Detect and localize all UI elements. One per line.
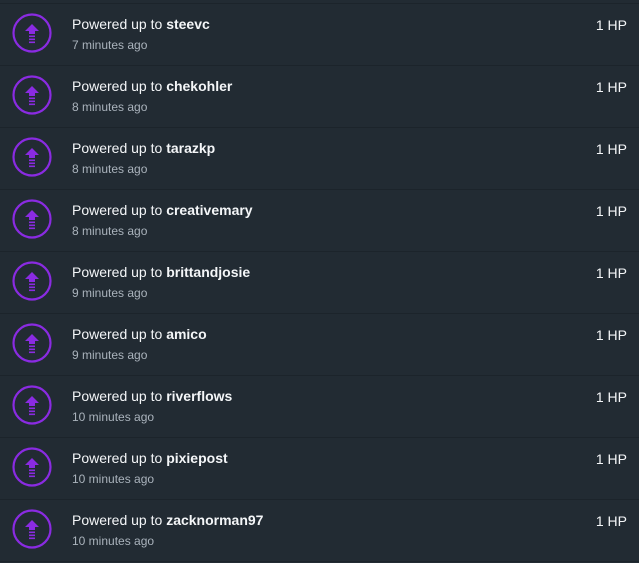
activity-amount: 1 HP <box>595 265 627 281</box>
activity-row[interactable]: Powered up to steevc 7 minutes ago 1 HP <box>0 3 639 66</box>
power-up-arrow-icon <box>12 509 52 549</box>
activity-amount: 1 HP <box>595 17 627 33</box>
activity-timestamp: 9 minutes ago <box>72 348 148 362</box>
activity-prefix: Powered up to <box>72 202 163 218</box>
activity-prefix: Powered up to <box>72 512 163 528</box>
power-up-arrow-icon <box>12 261 52 301</box>
recipient-username[interactable]: tarazkp <box>166 140 215 156</box>
activity-amount: 1 HP <box>595 327 627 343</box>
recipient-username[interactable]: pixiepost <box>166 450 227 466</box>
recipient-username[interactable]: steevc <box>166 16 210 32</box>
activity-title: Powered up to pixiepost <box>72 450 228 466</box>
activity-timestamp: 10 minutes ago <box>72 410 155 424</box>
activity-title: Powered up to riverflows <box>72 388 232 404</box>
activity-title: Powered up to zacknorman97 <box>72 512 263 528</box>
recipient-username[interactable]: riverflows <box>166 388 232 404</box>
activity-title: Powered up to steevc <box>72 16 210 32</box>
activity-row[interactable]: Powered up to tarazkp 8 minutes ago 1 HP <box>0 128 639 190</box>
activity-amount: 1 HP <box>595 141 627 157</box>
activity-prefix: Powered up to <box>72 78 163 94</box>
activity-amount: 1 HP <box>595 513 627 529</box>
power-up-arrow-icon <box>12 137 52 177</box>
recipient-username[interactable]: zacknorman97 <box>166 512 263 528</box>
activity-row[interactable]: Powered up to creativemary 8 minutes ago… <box>0 190 639 252</box>
activity-prefix: Powered up to <box>72 140 163 156</box>
recipient-username[interactable]: chekohler <box>166 78 232 94</box>
power-up-arrow-icon <box>12 385 52 425</box>
activity-timestamp: 10 minutes ago <box>72 534 155 548</box>
activity-title: Powered up to brittandjosie <box>72 264 250 280</box>
activity-prefix: Powered up to <box>72 326 163 342</box>
activity-prefix: Powered up to <box>72 388 163 404</box>
activity-feed: Powered up to steevc 7 minutes ago 1 HP … <box>0 3 639 562</box>
activity-timestamp: 8 minutes ago <box>72 100 148 114</box>
recipient-username[interactable]: brittandjosie <box>166 264 250 280</box>
activity-row[interactable]: Powered up to chekohler 8 minutes ago 1 … <box>0 66 639 128</box>
activity-prefix: Powered up to <box>72 450 163 466</box>
power-up-arrow-icon <box>12 199 52 239</box>
activity-row[interactable]: Powered up to amico 9 minutes ago 1 HP <box>0 314 639 376</box>
activity-row[interactable]: Powered up to zacknorman97 10 minutes ag… <box>0 500 639 562</box>
power-up-arrow-icon <box>12 13 52 53</box>
activity-row[interactable]: Powered up to pixiepost 10 minutes ago 1… <box>0 438 639 500</box>
activity-amount: 1 HP <box>595 451 627 467</box>
activity-title: Powered up to amico <box>72 326 207 342</box>
activity-row[interactable]: Powered up to riverflows 10 minutes ago … <box>0 376 639 438</box>
activity-prefix: Powered up to <box>72 16 163 32</box>
activity-timestamp: 8 minutes ago <box>72 162 148 176</box>
power-up-arrow-icon <box>12 323 52 363</box>
recipient-username[interactable]: amico <box>166 326 206 342</box>
activity-amount: 1 HP <box>595 203 627 219</box>
activity-timestamp: 7 minutes ago <box>72 38 148 52</box>
activity-amount: 1 HP <box>595 79 627 95</box>
activity-prefix: Powered up to <box>72 264 163 280</box>
activity-title: Powered up to chekohler <box>72 78 232 94</box>
power-up-arrow-icon <box>12 75 52 115</box>
activity-timestamp: 9 minutes ago <box>72 286 148 300</box>
power-up-arrow-icon <box>12 447 52 487</box>
recipient-username[interactable]: creativemary <box>166 202 252 218</box>
activity-timestamp: 10 minutes ago <box>72 472 155 486</box>
activity-title: Powered up to tarazkp <box>72 140 215 156</box>
activity-title: Powered up to creativemary <box>72 202 253 218</box>
activity-row[interactable]: Powered up to brittandjosie 9 minutes ag… <box>0 252 639 314</box>
activity-timestamp: 8 minutes ago <box>72 224 148 238</box>
activity-amount: 1 HP <box>595 389 627 405</box>
